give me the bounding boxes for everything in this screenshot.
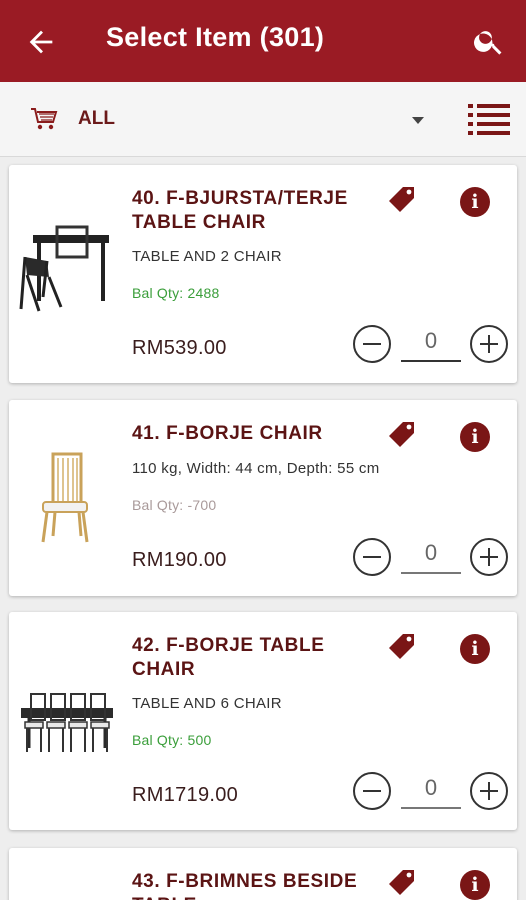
product-price: RM1719.00 — [132, 784, 239, 806]
info-icon[interactable]: i — [460, 422, 490, 452]
product-price: RM539.00 — [132, 337, 227, 359]
info-icon[interactable]: i — [460, 187, 490, 217]
product-card[interactable]: 40. F-BJURSTA/TERJE TABLE CHAIR TABLE AN… — [9, 165, 517, 383]
decrease-quantity-button[interactable] — [353, 538, 391, 576]
product-card[interactable]: 41. F-BORJE CHAIR 110 kg, Width: 44 cm, … — [9, 400, 517, 596]
product-name: 40. F-BJURSTA/TERJE TABLE CHAIR — [132, 188, 348, 233]
product-description: TABLE AND 6 CHAIR — [132, 695, 282, 712]
product-name: 41. F-BORJE CHAIR — [132, 423, 323, 444]
category-select[interactable]: ALL — [78, 108, 115, 130]
price-tag-icon[interactable] — [387, 868, 417, 898]
product-image — [41, 452, 89, 543]
quantity-input[interactable]: 0 — [401, 775, 461, 809]
price-tag-icon[interactable] — [387, 185, 417, 215]
product-description: TABLE AND 2 CHAIR — [132, 248, 282, 265]
product-card[interactable]: 42. F-BORJE TABLE CHAIR TABLE AND 6 CHAI… — [9, 612, 517, 830]
quantity-input[interactable]: 0 — [401, 540, 461, 574]
app-bar: Select Item (301) — [0, 0, 526, 82]
info-icon[interactable]: i — [460, 870, 490, 900]
increase-quantity-button[interactable] — [470, 538, 508, 576]
arrow-back-icon[interactable] — [24, 25, 58, 59]
balance-qty: Bal Qty: -700 — [132, 497, 217, 513]
quantity-input[interactable]: 0 — [401, 328, 461, 362]
page-title: Select Item (301) — [106, 22, 325, 52]
price-tag-icon[interactable] — [387, 420, 417, 450]
product-name: 42. F-BORJE TABLE CHAIR — [132, 635, 325, 680]
product-price: RM190.00 — [132, 549, 227, 571]
dropdown-arrow-icon[interactable] — [408, 112, 428, 128]
product-name: 43. F-BRIMNES BESIDE TABLE — [132, 871, 358, 900]
product-image — [19, 225, 109, 312]
balance-qty: Bal Qty: 500 — [132, 732, 212, 748]
info-icon[interactable]: i — [460, 634, 490, 664]
increase-quantity-button[interactable] — [470, 772, 508, 810]
cart-icon — [31, 108, 58, 130]
product-description: 110 kg, Width: 44 cm, Depth: 55 cm — [132, 460, 380, 477]
increase-quantity-button[interactable] — [470, 325, 508, 363]
list-view-icon[interactable] — [466, 100, 512, 138]
balance-qty: Bal Qty: 2488 — [132, 285, 220, 301]
decrease-quantity-button[interactable] — [353, 325, 391, 363]
product-image — [21, 693, 113, 752]
price-tag-icon[interactable] — [387, 632, 417, 662]
category-filter-bar: ALL — [0, 82, 526, 157]
decrease-quantity-button[interactable] — [353, 772, 391, 810]
search-icon[interactable] — [472, 24, 506, 58]
product-card[interactable]: 43. F-BRIMNES BESIDE TABLE i — [9, 848, 517, 900]
